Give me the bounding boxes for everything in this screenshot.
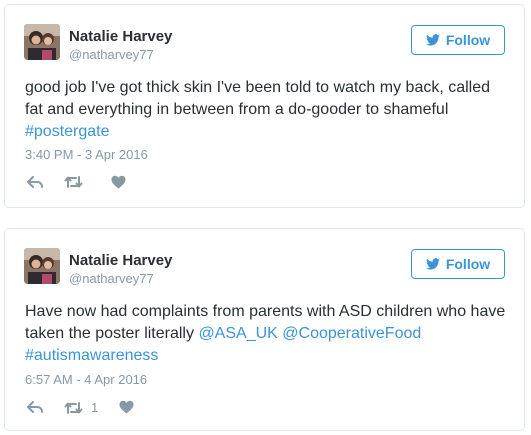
follow-button[interactable]: Follow (411, 25, 505, 55)
retweet-button[interactable] (64, 175, 91, 189)
reply-button[interactable] (27, 175, 43, 189)
user-handle[interactable]: @natharvey77 (69, 271, 154, 287)
display-name[interactable]: Natalie Harvey (69, 28, 172, 46)
like-button[interactable] (111, 175, 126, 189)
user-handle[interactable]: @natharvey77 (69, 47, 154, 63)
follow-label: Follow (445, 32, 491, 48)
hashtag-link[interactable]: #autismawareness (25, 347, 158, 364)
mention-link[interactable]: @CooperativeFood (282, 325, 421, 342)
display-name[interactable]: Natalie Harvey (69, 252, 172, 270)
tweet-card: Natalie Harvey @natharvey77 Follow Have … (4, 228, 525, 431)
like-button[interactable] (119, 400, 134, 414)
tweet-timestamp[interactable]: 3:40 PM - 3 Apr 2016 (25, 147, 148, 162)
hashtag-link[interactable]: #postergate (25, 123, 110, 140)
retweet-icon (64, 176, 83, 188)
tweet-body: good job I've got thick skin I've been t… (25, 79, 491, 118)
tweet-card: Natalie Harvey @natharvey77 Follow good … (4, 4, 525, 208)
heart-icon (119, 400, 134, 414)
heart-icon (111, 175, 126, 189)
reply-icon (27, 401, 43, 413)
retweet-count: 1 (91, 400, 99, 415)
avatar[interactable] (24, 248, 60, 284)
tweet-timestamp[interactable]: 6:57 AM - 4 Apr 2016 (25, 372, 147, 387)
mention-link[interactable]: @ASA_UK (198, 325, 277, 342)
follow-button[interactable]: Follow (411, 249, 505, 279)
tweet-text: Have now had complaints from parents wit… (25, 301, 511, 367)
reply-icon (27, 176, 43, 188)
retweet-icon (64, 402, 83, 414)
twitter-bird-icon (425, 34, 440, 46)
reply-button[interactable] (27, 400, 43, 414)
twitter-bird-icon (425, 258, 440, 270)
tweet-text: good job I've got thick skin I've been t… (25, 77, 511, 143)
follow-label: Follow (445, 256, 491, 272)
retweet-button[interactable]: 1 (64, 400, 98, 416)
avatar[interactable] (24, 24, 60, 60)
